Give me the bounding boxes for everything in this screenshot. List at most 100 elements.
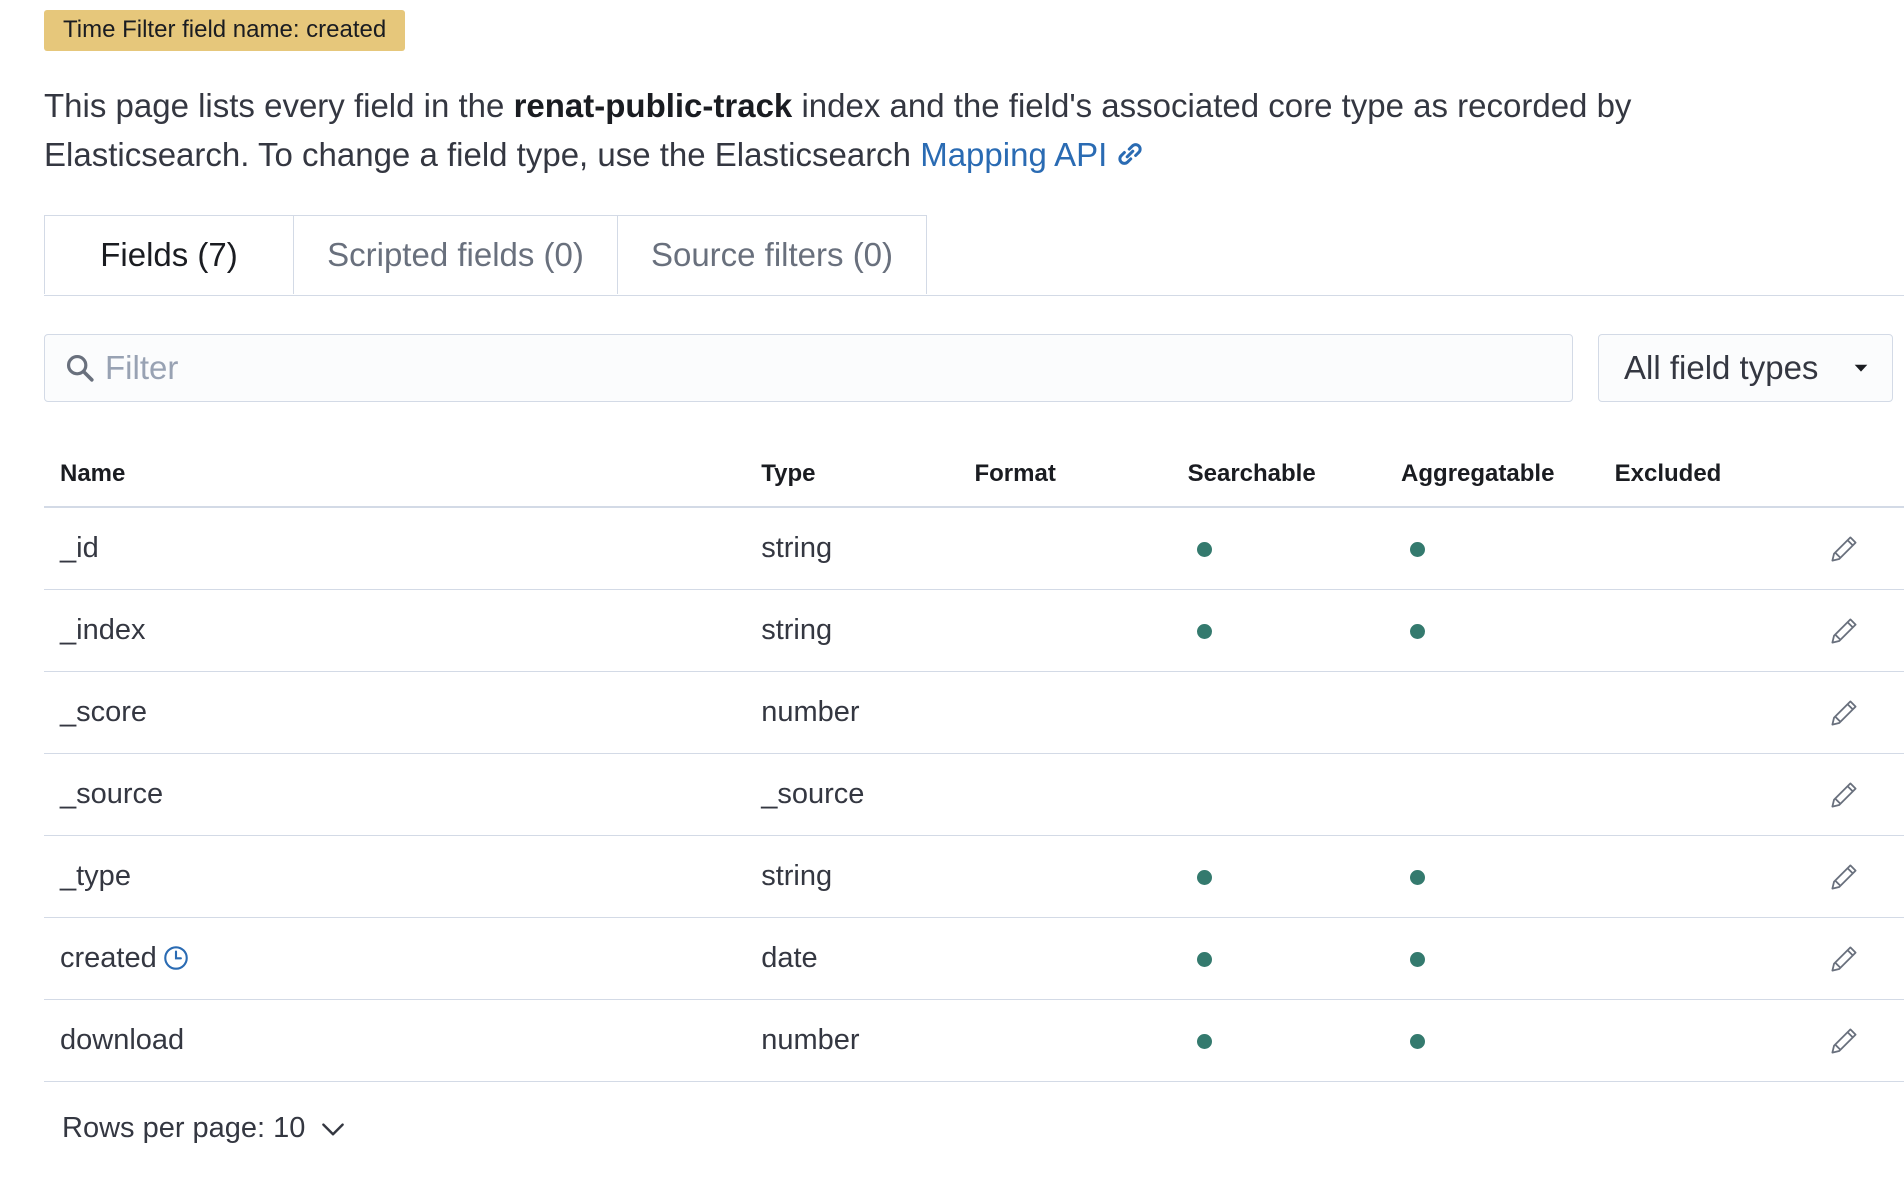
search-icon — [66, 354, 94, 382]
excluded-indicator-cell — [1614, 671, 1828, 754]
fields-table: Name Type Format Searchable Aggregatable… — [44, 442, 1904, 1082]
excluded-indicator-cell — [1614, 589, 1828, 672]
aggregatable-indicator-dot — [1410, 542, 1426, 557]
tab-scripted-fields[interactable]: Scripted fields (0) — [293, 215, 618, 294]
time-filter-badge: Time Filter field name: created — [44, 10, 406, 51]
field-type: number — [761, 999, 975, 1082]
column-header-type[interactable]: Type — [761, 442, 975, 508]
excluded-indicator-cell — [1614, 507, 1828, 590]
table-header-row: Name Type Format Searchable Aggregatable… — [44, 442, 1904, 508]
field-type-select[interactable]: All field types — [1598, 334, 1893, 402]
searchable-indicator-cell — [1187, 917, 1402, 1000]
searchable-indicator-cell — [1187, 753, 1402, 836]
aggregatable-indicator-cell — [1401, 589, 1615, 672]
field-name-cell: _index — [44, 589, 762, 672]
field-type: string — [761, 589, 975, 672]
field-name-cell: _source — [44, 753, 762, 836]
field-name-cell: download — [44, 999, 762, 1082]
fields-table-body: _id string _index string _score number _source… — [44, 507, 1904, 1082]
edit-field-button[interactable] — [1828, 999, 1904, 1082]
mapping-api-link-text: Mapping API — [920, 136, 1108, 173]
filter-input[interactable] — [103, 348, 1507, 388]
field-format — [974, 671, 1188, 754]
tab-fields[interactable]: Fields (7) — [44, 215, 294, 294]
mapping-api-link[interactable]: Mapping API — [920, 136, 1145, 173]
link-icon — [1118, 143, 1142, 165]
field-type-select-value: All field types — [1624, 349, 1819, 386]
edit-field-button[interactable] — [1828, 671, 1904, 754]
aggregatable-indicator-cell — [1401, 671, 1615, 754]
page-description: This page lists every field in the renat… — [44, 81, 1844, 179]
aggregatable-indicator-dot — [1410, 870, 1426, 885]
table-row: _index string — [44, 589, 1904, 672]
searchable-indicator-cell — [1187, 835, 1402, 918]
field-name-cell: created — [44, 917, 762, 1000]
excluded-indicator-cell — [1614, 753, 1828, 836]
field-name: _id — [60, 532, 99, 564]
pencil-icon — [1831, 700, 1857, 726]
edit-field-button[interactable] — [1828, 589, 1904, 672]
field-format — [974, 999, 1188, 1082]
pencil-icon — [1831, 946, 1857, 972]
table-row: _source _source — [44, 753, 1904, 836]
filter-box — [44, 334, 1573, 402]
tab-source-filters[interactable]: Source filters (0) — [617, 215, 927, 294]
field-name: _index — [60, 614, 146, 646]
searchable-indicator-dot — [1196, 542, 1212, 557]
aggregatable-indicator-cell — [1401, 999, 1615, 1082]
field-name-cell: _id — [44, 507, 762, 590]
edit-field-button[interactable] — [1828, 507, 1904, 590]
edit-field-button[interactable] — [1828, 835, 1904, 918]
table-row: _id string — [44, 507, 1904, 590]
field-type: _source — [761, 753, 975, 836]
column-header-name[interactable]: Name — [44, 442, 762, 508]
column-header-format[interactable]: Format — [974, 442, 1188, 508]
excluded-indicator-cell — [1614, 999, 1828, 1082]
description-prefix: This page lists every field in the — [44, 87, 514, 124]
aggregatable-indicator-dot — [1410, 952, 1426, 967]
table-row: download number — [44, 999, 1904, 1082]
field-name: _score — [60, 696, 148, 728]
field-type: date — [761, 917, 975, 1000]
excluded-indicator-cell — [1614, 835, 1828, 918]
column-header-excluded[interactable]: Excluded — [1614, 442, 1828, 508]
field-tabs: Fields (7) Scripted fields (0) Source fi… — [44, 215, 1904, 296]
column-header-actions — [1828, 442, 1904, 508]
pencil-icon — [1831, 782, 1857, 808]
field-type: string — [761, 835, 975, 918]
searchable-indicator-cell — [1187, 507, 1402, 590]
searchable-indicator-dot — [1196, 952, 1212, 967]
tab-source-filters-label: Source filters (0) — [650, 236, 894, 273]
pencil-icon — [1831, 618, 1857, 644]
searchable-indicator-cell — [1187, 671, 1402, 754]
tab-scripted-fields-label: Scripted fields (0) — [327, 236, 584, 273]
field-name: _source — [60, 778, 164, 810]
field-name: download — [60, 1024, 185, 1056]
aggregatable-indicator-dot — [1410, 624, 1426, 639]
index-name: renat-public-track — [513, 87, 793, 124]
field-name-cell: _score — [44, 671, 762, 754]
table-row: _score number — [44, 671, 1904, 754]
column-header-aggregatable[interactable]: Aggregatable — [1401, 442, 1615, 508]
aggregatable-indicator-cell — [1401, 835, 1615, 918]
aggregatable-indicator-dot — [1410, 1034, 1426, 1049]
field-type: string — [761, 507, 975, 590]
field-type: number — [761, 671, 975, 754]
tab-fields-label: Fields (7) — [100, 236, 238, 273]
chevron-down-icon — [322, 1122, 345, 1135]
rows-per-page-button[interactable]: Rows per page: 10 — [62, 1112, 347, 1145]
caret-down-icon — [1854, 364, 1868, 372]
pencil-icon — [1831, 1028, 1857, 1054]
field-format — [974, 589, 1188, 672]
pencil-icon — [1831, 536, 1857, 562]
edit-field-button[interactable] — [1828, 917, 1904, 1000]
edit-field-button[interactable] — [1828, 753, 1904, 836]
aggregatable-indicator-cell — [1401, 917, 1615, 1000]
table-toolbar: All field types — [44, 334, 1904, 402]
aggregatable-indicator-cell — [1401, 507, 1615, 590]
column-header-searchable[interactable]: Searchable — [1187, 442, 1402, 508]
searchable-indicator-cell — [1187, 589, 1402, 672]
field-format — [974, 753, 1188, 836]
searchable-indicator-dot — [1196, 1034, 1212, 1049]
table-row: created date — [44, 917, 1904, 1000]
